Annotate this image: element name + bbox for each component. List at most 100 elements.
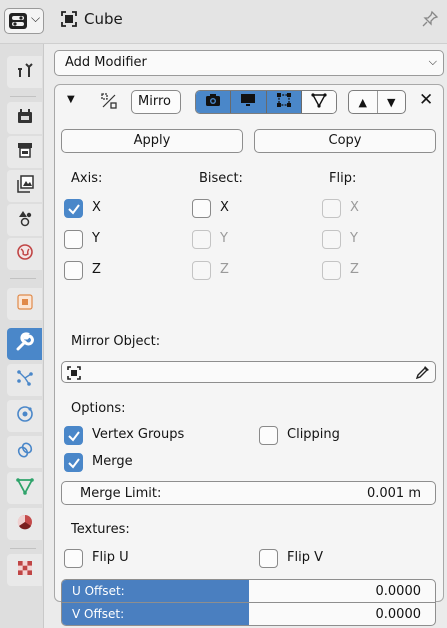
flip-x-checkbox[interactable]: [322, 199, 341, 218]
move-down-button[interactable]: ▼: [378, 91, 406, 113]
scene-icon: [16, 209, 34, 231]
texture-icon: [16, 559, 34, 581]
world-icon: [16, 243, 34, 265]
tab-tool[interactable]: [7, 56, 42, 88]
add-modifier-label: Add Modifier: [65, 55, 147, 70]
output-icon: [16, 141, 34, 163]
pin-icon[interactable]: [421, 10, 439, 32]
object-type-icon: [66, 365, 82, 385]
bisect-z-checkbox[interactable]: [192, 261, 211, 280]
tab-output[interactable]: [7, 136, 42, 168]
u-offset-label: U Offset:: [72, 584, 125, 598]
bisect-y-checkbox[interactable]: [192, 230, 211, 249]
modifier-name-field[interactable]: Mirro: [131, 90, 181, 114]
on-cage-toggle[interactable]: [301, 91, 336, 113]
axis-y-checkbox[interactable]: [64, 230, 83, 249]
tab-modifiers[interactable]: [7, 328, 42, 360]
axis-x-label: X: [92, 200, 101, 215]
modifier-header: ▼ Mirro ▲ ▼ ✕: [55, 85, 443, 119]
arrow-down-icon: ▼: [387, 95, 396, 109]
textures-label: Textures:: [71, 522, 130, 537]
tab-scene[interactable]: [7, 204, 42, 236]
axis-z-checkbox[interactable]: [64, 261, 83, 280]
monitor-icon: [240, 92, 256, 112]
v-offset-slider[interactable]: V Offset: 0.0000: [61, 602, 436, 626]
clipping-label: Clipping: [287, 427, 340, 442]
tab-world[interactable]: [7, 238, 42, 270]
chevron-down-icon: ⌵: [31, 11, 41, 25]
mirror-object-label: Mirror Object:: [71, 334, 161, 349]
arrow-up-icon: ▲: [358, 95, 367, 109]
bisect-x-label: X: [220, 200, 229, 215]
flip-z-checkbox[interactable]: [322, 261, 341, 280]
object-name: Cube: [84, 10, 123, 28]
wrench-icon: [15, 332, 35, 356]
close-icon[interactable]: ✕: [419, 90, 433, 110]
apply-button[interactable]: Apply: [61, 129, 243, 153]
tab-constraints[interactable]: [7, 436, 42, 468]
edit-mode-icon: [276, 92, 292, 112]
tool-icon: [16, 61, 34, 83]
flip-u-label: Flip U: [92, 550, 129, 565]
realtime-toggle[interactable]: [231, 91, 267, 113]
bisect-z-label: Z: [220, 262, 229, 277]
tab-material[interactable]: [7, 508, 42, 540]
merge-limit-label: Merge Limit:: [80, 486, 162, 501]
bisect-y-label: Y: [220, 231, 228, 246]
mirror-object-field[interactable]: [61, 361, 436, 383]
tab-data[interactable]: [7, 472, 42, 504]
merge-checkbox[interactable]: [64, 453, 83, 472]
eyedropper-icon[interactable]: [415, 364, 431, 384]
bisect-label: Bisect:: [199, 171, 243, 186]
axis-x-checkbox[interactable]: [64, 199, 83, 218]
add-modifier-dropdown[interactable]: Add Modifier ⌵: [54, 50, 444, 76]
render-toggle[interactable]: [196, 91, 232, 113]
collapse-triangle-icon[interactable]: ▼: [67, 94, 75, 105]
render-icon: [16, 107, 34, 129]
flip-x-label: X: [350, 200, 359, 215]
axis-y-label: Y: [92, 231, 100, 246]
u-offset-value: 0.0000: [375, 584, 422, 599]
tab-render[interactable]: [7, 102, 42, 134]
chevron-down-icon: ⌵: [428, 55, 437, 68]
modifier-move-buttons: ▲ ▼: [348, 90, 406, 114]
flip-label: Flip:: [329, 171, 357, 186]
modifier-visibility-toggles: [195, 90, 337, 114]
tab-particles[interactable]: [7, 364, 42, 396]
axis-z-label: Z: [92, 262, 101, 277]
properties-tabs: [0, 44, 44, 628]
merge-limit-field[interactable]: Merge Limit: 0.001 m: [61, 481, 436, 505]
vertex-groups-checkbox[interactable]: [64, 426, 83, 445]
properties-header: ⌵ Cube: [0, 0, 447, 44]
camera-icon: [205, 92, 221, 112]
u-offset-slider[interactable]: U Offset: 0.0000: [61, 579, 436, 603]
flip-v-label: Flip V: [287, 550, 323, 565]
cage-triangle-icon: [311, 92, 327, 112]
tab-physics[interactable]: [7, 400, 42, 432]
material-icon: [16, 513, 34, 535]
constraints-icon: [16, 441, 34, 463]
tab-texture[interactable]: [7, 554, 42, 586]
tab-object[interactable]: [7, 288, 42, 320]
object-icon: [16, 293, 34, 315]
flip-z-label: Z: [350, 262, 359, 277]
tab-view-layer[interactable]: [7, 170, 42, 202]
options-label: Options:: [71, 401, 126, 416]
particles-icon: [16, 369, 34, 391]
copy-button[interactable]: Copy: [254, 129, 436, 153]
edit-mode-toggle[interactable]: [266, 91, 302, 113]
flip-y-checkbox[interactable]: [322, 230, 341, 249]
flip-v-checkbox[interactable]: [259, 549, 278, 568]
clipping-checkbox[interactable]: [259, 426, 278, 445]
flip-u-checkbox[interactable]: [64, 549, 83, 568]
v-offset-value: 0.0000: [375, 607, 422, 622]
move-up-button[interactable]: ▲: [349, 91, 378, 113]
mesh-data-icon: [15, 477, 34, 499]
modifier-properties-panel: Add Modifier ⌵ ▼ Mirro ▲ ▼ ✕ Apply Copy …: [44, 44, 447, 628]
mirror-modifier-panel: ▼ Mirro ▲ ▼ ✕ Apply Copy Axis: Bisect: F…: [54, 84, 444, 626]
vertex-groups-label: Vertex Groups: [92, 427, 185, 442]
merge-label: Merge: [92, 454, 133, 469]
editor-type-selector[interactable]: ⌵: [4, 8, 44, 34]
bisect-x-checkbox[interactable]: [192, 199, 211, 218]
merge-limit-value: 0.001 m: [366, 486, 421, 501]
